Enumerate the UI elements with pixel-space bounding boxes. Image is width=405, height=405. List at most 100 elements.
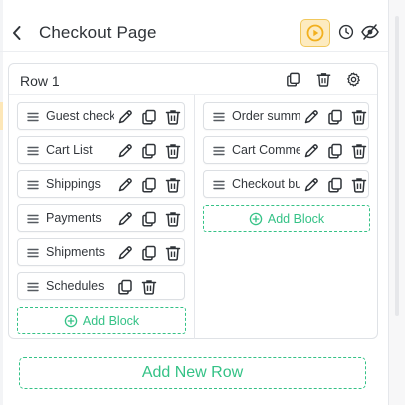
column-divider [194, 95, 195, 339]
drag-handle-icon[interactable] [26, 110, 40, 124]
row-title: Row 1 [20, 73, 60, 89]
duplicate-block-button[interactable] [326, 142, 344, 160]
duplicate-block-button[interactable] [140, 244, 158, 262]
delete-block-button[interactable] [164, 142, 182, 160]
block-item[interactable]: Cart List [17, 136, 185, 164]
drag-handle-icon[interactable] [26, 280, 40, 294]
add-block-button[interactable]: Add Block [17, 307, 186, 334]
edit-block-button[interactable] [116, 244, 134, 262]
block-item[interactable]: Payments [17, 204, 185, 232]
pencil-icon [116, 244, 134, 262]
visibility-button[interactable] [360, 22, 380, 42]
copy-icon [116, 278, 134, 296]
scrollbar[interactable] [395, 16, 399, 316]
duplicate-block-button[interactable] [140, 108, 158, 126]
page-title: Checkout Page [39, 23, 157, 42]
pencil-icon [302, 142, 320, 160]
drag-handle-icon[interactable] [26, 212, 40, 226]
clock-icon [338, 24, 354, 40]
pencil-icon [302, 176, 320, 194]
back-button[interactable] [8, 22, 26, 44]
row-actions [285, 71, 362, 88]
copy-icon [326, 108, 344, 126]
block-item[interactable]: Checkout button [203, 170, 369, 198]
delete-block-button[interactable] [164, 108, 182, 126]
edit-block-button[interactable] [116, 108, 134, 126]
plus-circle-icon [64, 314, 78, 328]
block-label: Order summary [232, 109, 300, 123]
duplicate-block-button[interactable] [116, 278, 134, 296]
block-item[interactable]: Shipments [17, 238, 185, 266]
drag-handle-icon[interactable] [26, 178, 40, 192]
row-settings-button[interactable] [345, 71, 362, 88]
gear-icon [347, 72, 360, 87]
block-item[interactable]: Guest checkout [17, 102, 185, 130]
copy-icon [140, 108, 158, 126]
drag-handle-icon[interactable] [26, 144, 40, 158]
pencil-icon [116, 210, 134, 228]
block-actions [116, 278, 158, 296]
drag-handle-icon[interactable] [26, 246, 40, 260]
copy-icon [140, 176, 158, 194]
trash-icon [315, 71, 332, 88]
block-item[interactable]: Shippings [17, 170, 185, 198]
left-accent [0, 102, 3, 130]
add-new-row-label: Add New Row [141, 364, 244, 381]
chevron-left-icon [13, 26, 21, 40]
delete-block-button[interactable] [164, 176, 182, 194]
edit-block-button[interactable] [302, 176, 320, 194]
duplicate-block-button[interactable] [326, 176, 344, 194]
block-item[interactable]: Schedules [17, 272, 185, 300]
delete-block-button[interactable] [350, 176, 368, 194]
block-item[interactable]: Cart Comments [203, 136, 369, 164]
edit-block-button[interactable] [116, 210, 134, 228]
block-label: Schedules [46, 279, 105, 293]
trash-icon [350, 108, 368, 126]
page-header: Checkout Page [0, 0, 388, 52]
add-block-label: Add Block [82, 313, 140, 328]
block-label: Payments [46, 211, 102, 225]
builder-panel: Checkout Page Row 1 Guest check Cart Lis… [0, 0, 405, 405]
copy-icon [140, 142, 158, 160]
block-label: Cart Comments [232, 143, 300, 157]
drag-handle-icon[interactable] [212, 144, 226, 158]
history-button[interactable] [337, 23, 355, 41]
delete-block-button[interactable] [350, 142, 368, 160]
trash-icon [350, 176, 368, 194]
eye-icon [361, 24, 379, 40]
block-item[interactable]: Order summary [203, 102, 369, 130]
delete-block-button[interactable] [140, 278, 158, 296]
delete-block-button[interactable] [164, 244, 182, 262]
delete-block-button[interactable] [164, 210, 182, 228]
trash-icon [164, 210, 182, 228]
drag-handle-icon[interactable] [212, 178, 226, 192]
edit-block-button[interactable] [116, 142, 134, 160]
pencil-icon [116, 108, 134, 126]
edit-block-button[interactable] [116, 176, 134, 194]
duplicate-block-button[interactable] [140, 142, 158, 160]
left-edge [0, 0, 3, 405]
copy-icon [326, 176, 344, 194]
trash-icon [140, 278, 158, 296]
duplicate-block-button[interactable] [326, 108, 344, 126]
add-block-label: Add Block [267, 211, 325, 226]
drag-handle-icon[interactable] [212, 110, 226, 124]
delete-block-button[interactable] [350, 108, 368, 126]
delete-row-button[interactable] [315, 71, 332, 88]
duplicate-block-button[interactable] [140, 210, 158, 228]
add-block-button[interactable]: Add Block [203, 205, 370, 232]
preview-button[interactable] [300, 19, 330, 47]
duplicate-row-button[interactable] [285, 71, 302, 88]
add-new-row-button[interactable]: Add New Row [19, 357, 366, 389]
duplicate-block-button[interactable] [140, 176, 158, 194]
block-actions [302, 176, 368, 194]
edit-block-button[interactable] [302, 142, 320, 160]
block-label: Guest checkout [46, 109, 114, 123]
block-label: Cart List [46, 143, 93, 157]
block-actions [116, 244, 182, 262]
trash-icon [350, 142, 368, 160]
block-label: Shipments [46, 245, 106, 259]
edit-block-button[interactable] [302, 108, 320, 126]
plus-circle-icon [249, 212, 263, 226]
row-card: Row 1 Guest checkout [8, 63, 378, 339]
